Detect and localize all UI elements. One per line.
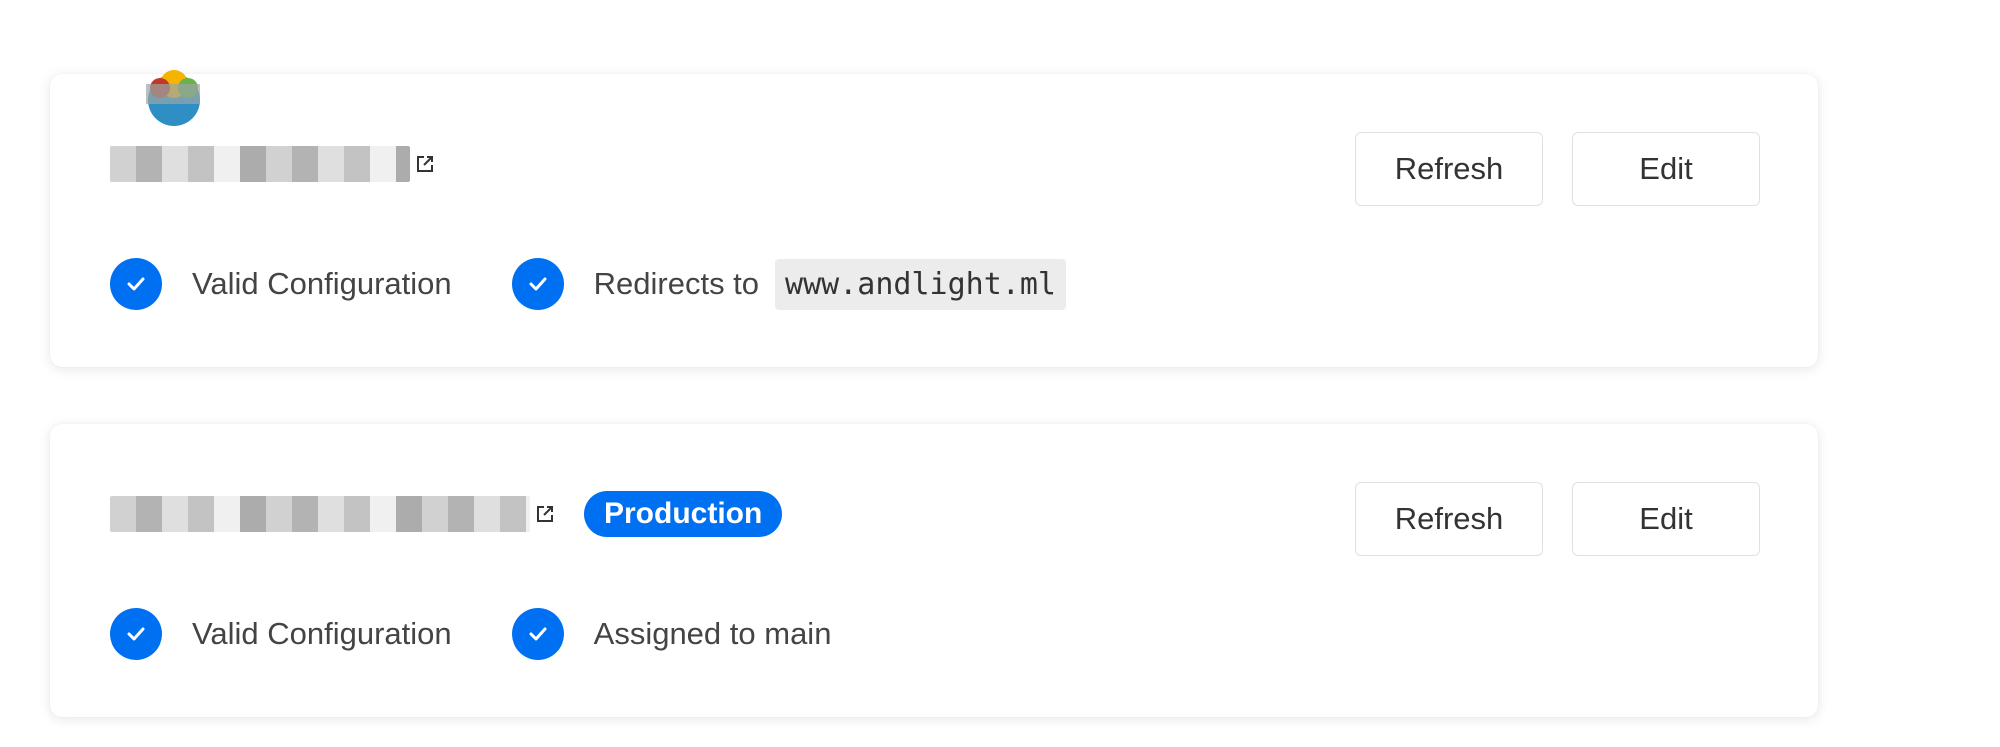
redirect-target: www.andlight.ml bbox=[775, 258, 1066, 310]
status-redirect: Redirects to www.andlight.ml bbox=[511, 258, 1066, 310]
check-circle-icon bbox=[511, 608, 564, 660]
check-circle-icon bbox=[110, 608, 162, 660]
domain-name-row bbox=[110, 134, 436, 194]
redacted-domain-name[interactable] bbox=[110, 146, 410, 182]
edit-button[interactable]: Edit bbox=[1572, 132, 1760, 206]
status-row: Valid Configuration Assigned to main bbox=[110, 604, 891, 664]
status-valid-configuration: Valid Configuration bbox=[110, 608, 452, 660]
domain-card: Refresh Edit Valid Configuration Redirec… bbox=[50, 70, 1818, 367]
status-row: Valid Configuration Redirects to www.and… bbox=[110, 254, 1126, 314]
external-link-icon[interactable] bbox=[534, 503, 556, 525]
refresh-button[interactable]: Refresh bbox=[1355, 482, 1543, 556]
external-link-icon[interactable] bbox=[414, 153, 436, 175]
environment-badge: Production bbox=[584, 491, 783, 537]
status-valid-configuration: Valid Configuration bbox=[110, 258, 452, 310]
domain-name-row: Production bbox=[110, 484, 783, 544]
domain-card: Production Refresh Edit Valid Configurat… bbox=[50, 424, 1818, 717]
refresh-button[interactable]: Refresh bbox=[1355, 132, 1543, 206]
status-assigned-branch: Assigned to main bbox=[511, 608, 832, 660]
edit-button[interactable]: Edit bbox=[1572, 482, 1760, 556]
assigned-label: Assigned to main bbox=[593, 616, 832, 651]
status-label: Valid Configuration bbox=[192, 266, 452, 301]
redacted-domain-name[interactable] bbox=[110, 496, 530, 532]
redirect-label: Redirects to bbox=[593, 266, 760, 301]
check-circle-icon bbox=[511, 258, 564, 310]
check-circle-icon bbox=[110, 258, 162, 310]
project-logo-icon bbox=[146, 70, 200, 126]
status-label: Valid Configuration bbox=[192, 616, 452, 651]
